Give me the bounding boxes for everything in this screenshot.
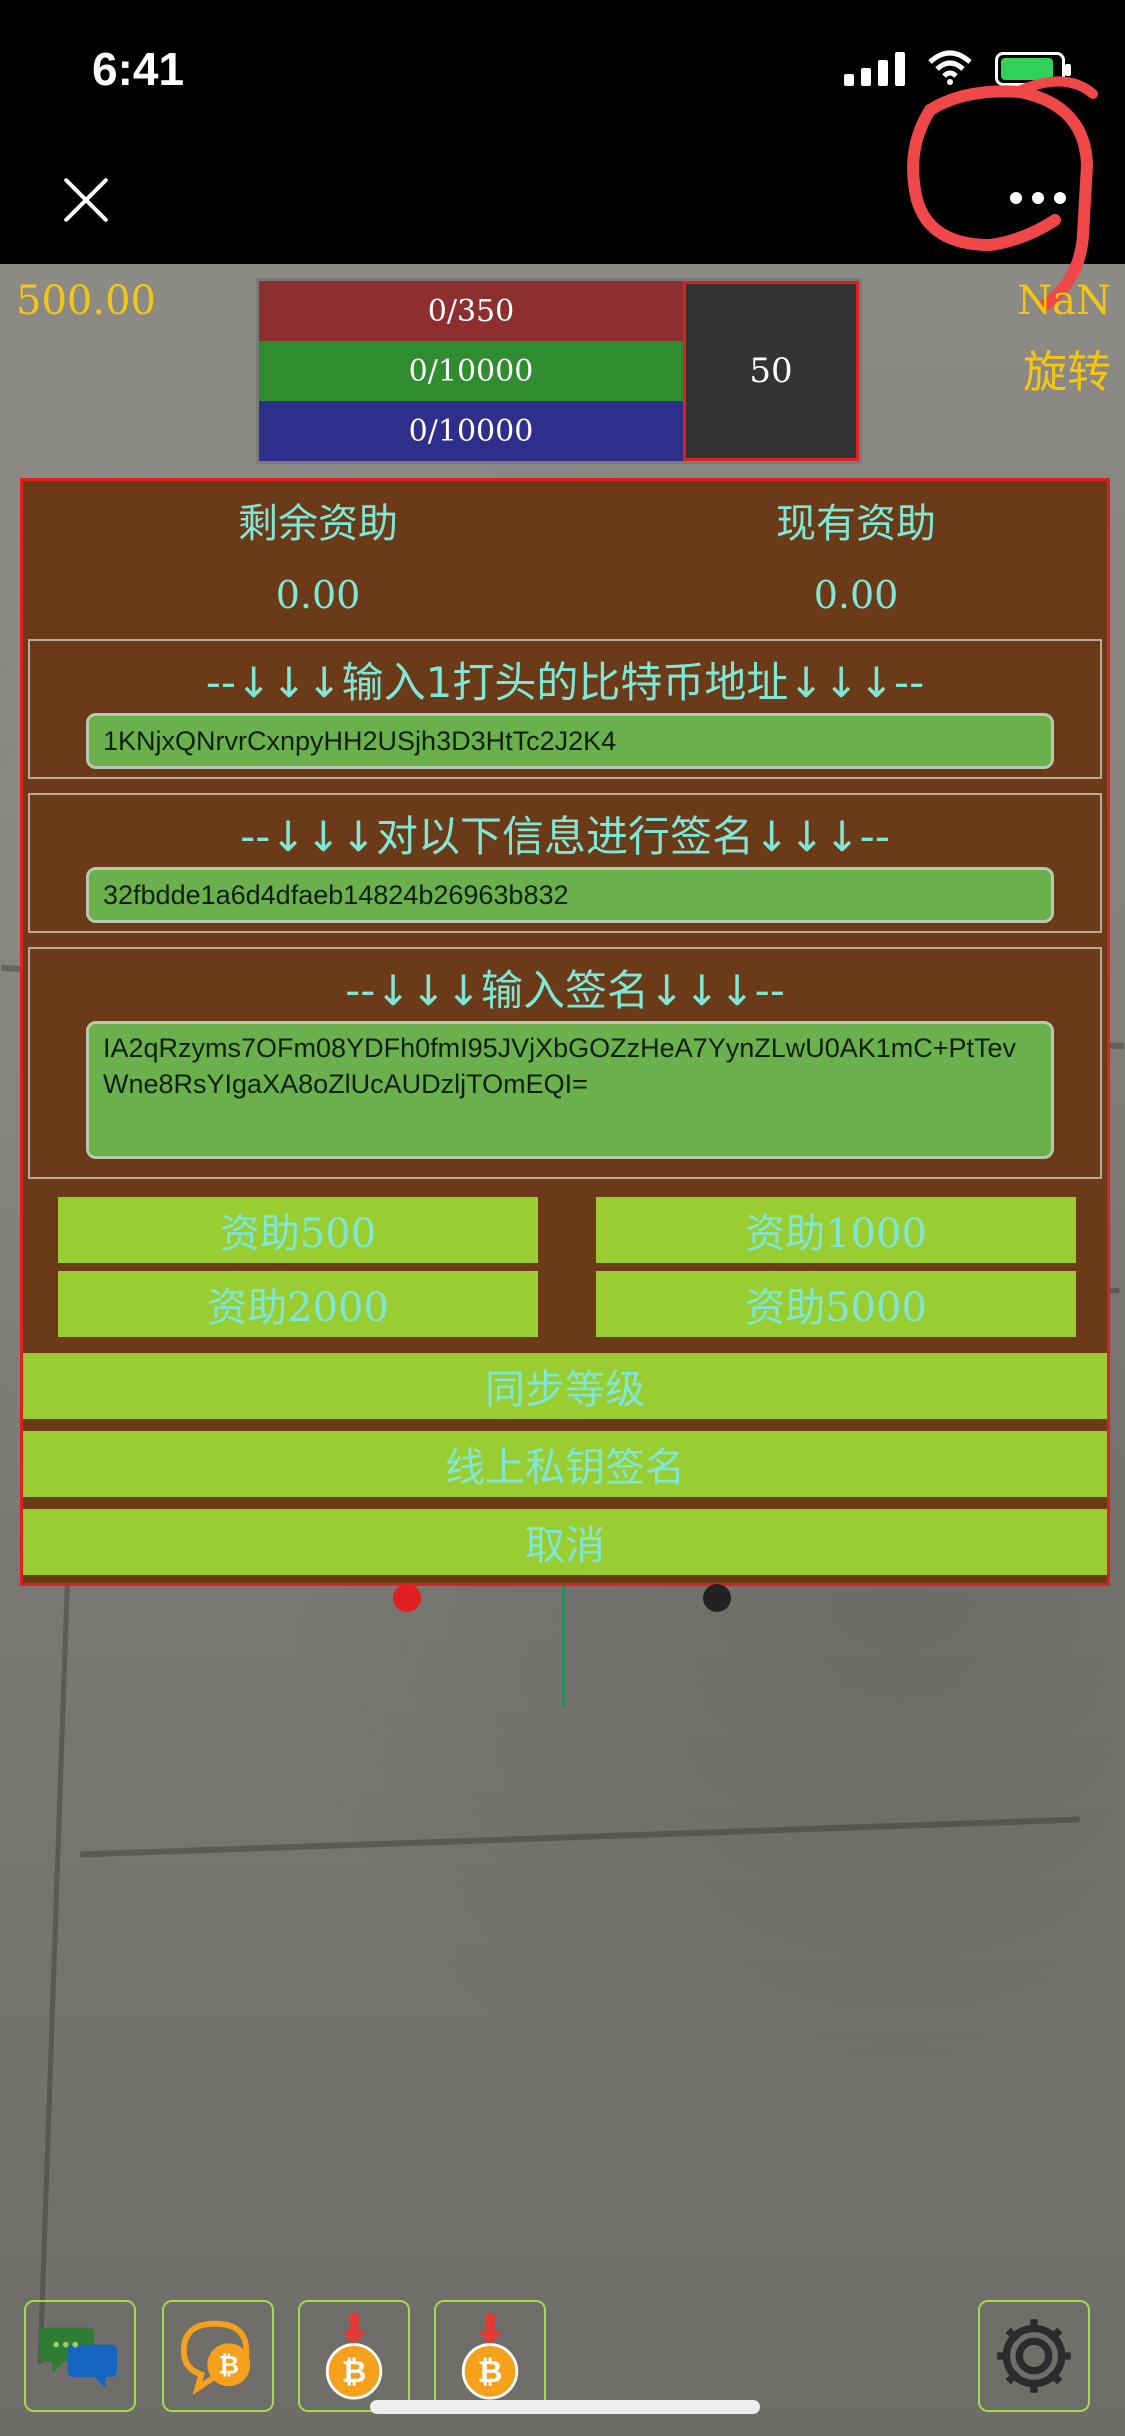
bitcoin-chat-icon[interactable]: ₿ <box>162 2300 274 2412</box>
signature-section: --↓↓↓输入签名↓↓↓-- IA2qRzyms7OFm08YDFh0fmI95… <box>28 947 1102 1179</box>
signature-input[interactable]: IA2qRzyms7OFm08YDFh0fmI95JVjXbGOZzHeA7Yy… <box>86 1021 1054 1159</box>
svg-text:₿: ₿ <box>218 2350 239 2380</box>
svg-text:₿: ₿ <box>342 2355 367 2390</box>
online-sign-button[interactable]: 线上私钥签名 <box>23 1431 1107 1497</box>
svg-text:₿: ₿ <box>478 2355 503 2390</box>
current-value: 0.00 <box>813 573 899 617</box>
address-section: --↓↓↓输入1打头的比特币地址↓↓↓-- 1KNjxQNrvrCxnpyHH2… <box>28 639 1102 779</box>
remaining-label: 剩余资助 <box>238 501 398 547</box>
bitcoin-download-icon[interactable]: ₿ <box>434 2300 546 2412</box>
green-vertical-line <box>562 1586 565 1708</box>
fund-2000-button[interactable]: 资助2000 <box>58 1271 538 1337</box>
bitcoin-download-icon[interactable]: ₿ <box>298 2300 410 2412</box>
remaining-funding: 剩余资助 0.00 <box>108 491 528 617</box>
chat-bubbles-icon[interactable] <box>24 2300 136 2412</box>
fund-1000-button[interactable]: 资助1000 <box>596 1197 1076 1263</box>
bar-red: 0/350 <box>259 281 683 341</box>
balance-value: 500.00 <box>16 278 156 324</box>
black-marker-dot <box>703 1584 731 1612</box>
bar-blue: 0/10000 <box>259 401 683 461</box>
fund-5000-button[interactable]: 资助5000 <box>596 1271 1076 1337</box>
sync-level-button[interactable]: 同步等级 <box>23 1353 1107 1419</box>
red-marker-dot <box>393 1584 421 1612</box>
ground-seam <box>80 1816 1080 1858</box>
nan-readout: NaN <box>1017 278 1111 324</box>
message-title: --↓↓↓对以下信息进行签名↓↓↓-- <box>240 812 890 861</box>
level-box: 50 <box>683 281 859 461</box>
funding-summary: 剩余资助 0.00 现有资助 0.00 <box>23 481 1107 631</box>
status-time: 6:41 <box>92 43 185 95</box>
bitcoin-address-input[interactable]: 1KNjxQNrvrCxnpyHH2USjh3D3HtTc2J2K4 <box>86 713 1054 769</box>
message-to-sign-input[interactable]: 32fbdde1a6d4dfaeb14824b26963b832 <box>86 867 1054 923</box>
fund-500-button[interactable]: 资助500 <box>58 1197 538 1263</box>
remaining-value: 0.00 <box>275 573 361 617</box>
cancel-button[interactable]: 取消 <box>23 1509 1107 1575</box>
rotate-button[interactable]: 旋转 <box>1023 336 1111 400</box>
bar-green: 0/10000 <box>259 341 683 401</box>
address-title: --↓↓↓输入1打头的比特币地址↓↓↓-- <box>205 658 925 707</box>
current-funding: 现有资助 0.00 <box>646 491 1066 617</box>
close-button[interactable] <box>58 172 114 228</box>
progress-bars: 0/350 0/10000 0/10000 50 <box>256 278 862 464</box>
signal-icon <box>844 48 905 86</box>
funding-panel: 剩余资助 0.00 现有资助 0.00 --↓↓↓输入1打头的比特币地址↓↓↓-… <box>20 478 1110 1586</box>
current-label: 现有资助 <box>776 501 936 547</box>
message-section: --↓↓↓对以下信息进行签名↓↓↓-- 32fbdde1a6d4dfaeb148… <box>28 793 1102 933</box>
signature-title: --↓↓↓输入签名↓↓↓-- <box>345 966 785 1015</box>
home-indicator <box>370 2400 760 2414</box>
gear-icon[interactable] <box>978 2300 1090 2412</box>
